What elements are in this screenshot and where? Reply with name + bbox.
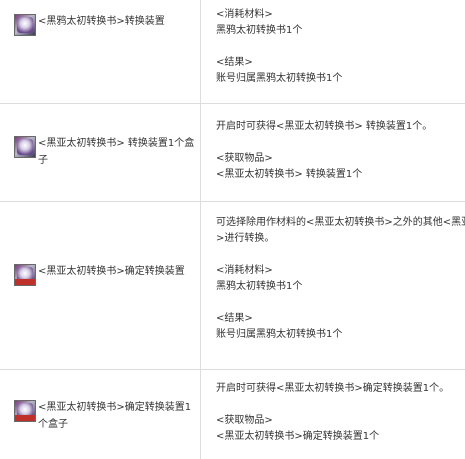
desc-line: 可选择除用作材料的<黑亚太初转换书>之外的其他<黑亚 bbox=[216, 217, 465, 228]
table-row: <黑亚太初转换书> 转换装置1个盒子 开启时可获得<黑亚太初转换书> 转换装置1… bbox=[0, 103, 465, 202]
description-cell: 可选择除用作材料的<黑亚太初转换书>之外的其他<黑亚 >进行转换。 <消耗材料>… bbox=[216, 215, 465, 343]
column-divider bbox=[200, 103, 201, 201]
desc-line: 开启时可获得<黑亚太初转换书> 转换装置1个。 bbox=[216, 121, 433, 132]
item-icon bbox=[14, 264, 36, 286]
item-cell: <黑亚太初转换书>确定转换装置 bbox=[14, 263, 196, 286]
column-divider bbox=[200, 0, 201, 103]
table-row: <黑亚太初转换书>确定转换装置1个盒子 开启时可获得<黑亚太初转换书>确定转换装… bbox=[0, 369, 465, 459]
desc-gap bbox=[216, 39, 465, 55]
desc-gap bbox=[216, 247, 465, 263]
desc-line: <结果> bbox=[216, 57, 253, 68]
desc-line: <黑亚太初转换书> 转换装置1个 bbox=[216, 169, 363, 180]
item-name: <黑亚太初转换书>确定转换装置 bbox=[38, 266, 185, 277]
table-row: <黑鸦太初转换书>转换装置 <消耗材料> 黑鸦太初转换书1个 <结果> 账号归属… bbox=[0, 0, 465, 104]
column-divider bbox=[200, 201, 201, 369]
item-name: <黑鸦太初转换书>转换装置 bbox=[38, 16, 165, 27]
desc-line: >进行转换。 bbox=[216, 233, 275, 244]
desc-gap bbox=[216, 397, 465, 413]
desc-gap bbox=[216, 295, 465, 311]
column-divider bbox=[200, 369, 201, 459]
desc-line: <获取物品> bbox=[216, 153, 273, 164]
desc-line: 黑鸦太初转换书1个 bbox=[216, 25, 303, 36]
desc-line: 账号归属黑鸦太初转换书1个 bbox=[216, 73, 343, 84]
item-cell: <黑亚太初转换书>确定转换装置1个盒子 bbox=[14, 399, 196, 433]
desc-line: 开启时可获得<黑亚太初转换书>确定转换装置1个。 bbox=[216, 383, 450, 394]
desc-line: <黑亚太初转换书>确定转换装置1个 bbox=[216, 431, 380, 442]
description-cell: <消耗材料> 黑鸦太初转换书1个 <结果> 账号归属黑鸦太初转换书1个 bbox=[216, 7, 465, 87]
desc-line: <结果> bbox=[216, 313, 253, 324]
desc-line: 账号归属黑鸦太初转换书1个 bbox=[216, 329, 343, 340]
desc-line: 黑鸦太初转换书1个 bbox=[216, 281, 303, 292]
table-row: <黑亚太初转换书>确定转换装置 可选择除用作材料的<黑亚太初转换书>之外的其他<… bbox=[0, 201, 465, 370]
item-icon bbox=[14, 400, 36, 422]
description-cell: 开启时可获得<黑亚太初转换书> 转换装置1个。 <获取物品> <黑亚太初转换书>… bbox=[216, 119, 465, 183]
desc-line: <获取物品> bbox=[216, 415, 273, 426]
desc-line: <消耗材料> bbox=[216, 9, 273, 20]
description-cell: 开启时可获得<黑亚太初转换书>确定转换装置1个。 <获取物品> <黑亚太初转换书… bbox=[216, 381, 465, 445]
desc-gap bbox=[216, 135, 465, 151]
desc-line: <消耗材料> bbox=[216, 265, 273, 276]
item-icon bbox=[14, 136, 36, 158]
item-icon bbox=[14, 14, 36, 36]
item-name: <黑亚太初转换书> 转换装置1个盒子 bbox=[38, 138, 195, 166]
item-name: <黑亚太初转换书>确定转换装置1个盒子 bbox=[38, 402, 192, 430]
item-cell: <黑鸦太初转换书>转换装置 bbox=[14, 13, 196, 36]
item-cell: <黑亚太初转换书> 转换装置1个盒子 bbox=[14, 135, 196, 169]
